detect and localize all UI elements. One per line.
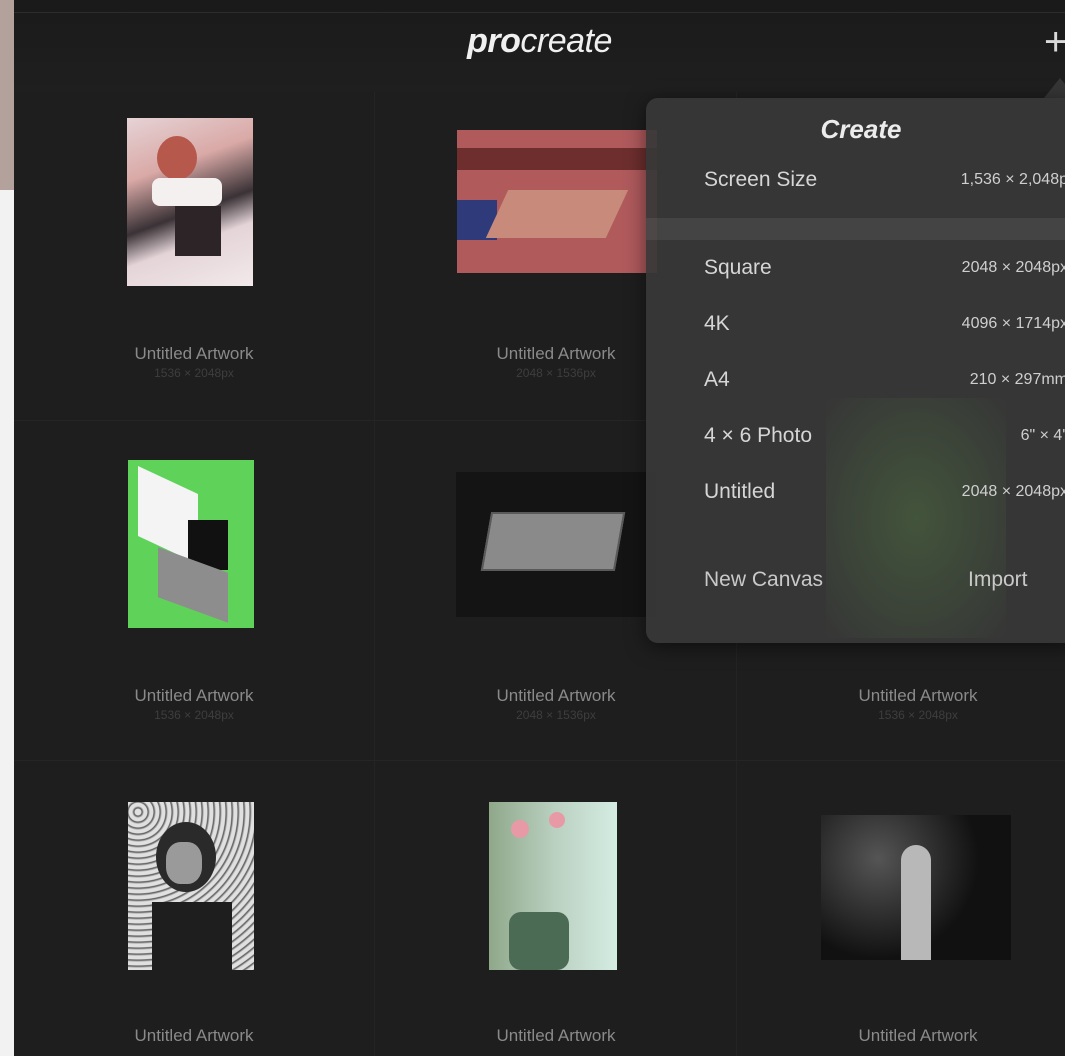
artwork-title: Untitled Artwork: [134, 686, 254, 705]
preset-row-4k[interactable]: 4K 4096 × 1714px: [646, 306, 1065, 346]
create-popover: Create Screen Size 1,536 × 2,048p Square…: [646, 98, 1065, 643]
artwork-size: 2048 × 1536px: [516, 708, 596, 722]
artwork-thumbnail: [821, 815, 1011, 960]
preset-label: A4: [704, 368, 730, 391]
preset-row-photo[interactable]: 4 × 6 Photo 6" × 4": [646, 418, 1065, 458]
artwork-size: 1536 × 2048px: [154, 708, 234, 722]
portrait-scarf-shape: [152, 178, 222, 206]
portrait-hair-shape: [157, 136, 197, 180]
artwork-tile[interactable]: Untitled Artwork: [376, 760, 736, 1056]
plus-icon[interactable]: +: [1044, 22, 1065, 62]
flower-shape: [549, 812, 565, 828]
preset-value: 210 × 297mm: [969, 371, 1065, 388]
box-render-shape: [480, 512, 626, 571]
popover-separator: [646, 218, 1065, 240]
portrait-body-shape: [152, 902, 232, 970]
left-background-strip: [0, 0, 14, 1056]
import-button[interactable]: Import: [968, 568, 1028, 592]
procreate-logo: procreate: [14, 22, 1065, 61]
artwork-title: Untitled Artwork: [134, 1026, 254, 1045]
artwork-size: 1536 × 2048px: [878, 708, 958, 722]
artwork-title: Untitled Artwork: [496, 686, 616, 705]
left-color-swatch: [0, 0, 14, 190]
popover-title: Create: [820, 114, 902, 144]
flower-shape: [511, 820, 529, 838]
gallery-top-bar: procreate +: [14, 0, 1065, 92]
preset-value: 2048 × 2048px: [961, 259, 1065, 276]
artwork-thumbnail: [128, 802, 254, 970]
portrait-face-shape: [166, 842, 202, 884]
artwork-tile[interactable]: Untitled Artwork 1536 × 2048px: [14, 420, 374, 760]
artwork-thumbnail: [456, 472, 656, 617]
preset-row-a4[interactable]: A4 210 × 297mm: [646, 362, 1065, 402]
portrait-shirt-shape: [175, 206, 221, 256]
procreate-gallery: procreate + Untitled Artwork 1536 × 2048…: [14, 0, 1065, 1056]
artwork-tile[interactable]: Untitled Artwork 1536 × 2048px: [14, 92, 374, 420]
artwork-thumbnail: [127, 118, 253, 286]
preset-label: Square: [704, 256, 772, 279]
logo-bold-part: pro: [467, 22, 521, 60]
preset-label: Untitled: [704, 480, 776, 503]
figure-shape: [901, 845, 931, 960]
preset-row-square[interactable]: Square 2048 × 2048px: [646, 250, 1065, 290]
preset-label: 4 × 6 Photo: [704, 424, 813, 447]
artwork-title: Untitled Artwork: [496, 1026, 616, 1045]
screen-size-value: 1,536 × 2,048p: [960, 171, 1065, 188]
painting-figure-shape: [485, 190, 629, 238]
popover-arrow: [1044, 78, 1065, 98]
screen-size-label: Screen Size: [704, 168, 818, 191]
top-divider: [14, 12, 1065, 13]
artwork-size: 1536 × 2048px: [154, 366, 234, 380]
preset-value: 2048 × 2048px: [961, 483, 1065, 500]
screen-size-row[interactable]: Screen Size 1,536 × 2,048p: [646, 162, 1065, 202]
preset-row-untitled[interactable]: Untitled 2048 × 2048px: [646, 474, 1065, 514]
artwork-thumbnail: [457, 130, 657, 273]
preset-value: 4096 × 1714px: [961, 315, 1065, 332]
vase-shape: [509, 912, 569, 970]
artwork-tile[interactable]: Untitled Artwork: [738, 760, 1065, 1056]
artwork-tile[interactable]: Untitled Artwork: [14, 760, 374, 1056]
new-canvas-button[interactable]: New Canvas: [704, 568, 823, 592]
artwork-title: Untitled Artwork: [858, 1026, 978, 1045]
artwork-thumbnail: [128, 460, 254, 628]
artwork-title: Untitled Artwork: [134, 344, 254, 363]
logo-light-part: create: [520, 22, 612, 60]
painting-band-shape: [457, 148, 657, 170]
grid-divider: [374, 92, 375, 1056]
preset-value: 6" × 4": [1020, 427, 1065, 444]
artwork-thumbnail: [489, 802, 617, 970]
artwork-title: Untitled Artwork: [858, 686, 978, 705]
preset-label: 4K: [704, 312, 730, 335]
